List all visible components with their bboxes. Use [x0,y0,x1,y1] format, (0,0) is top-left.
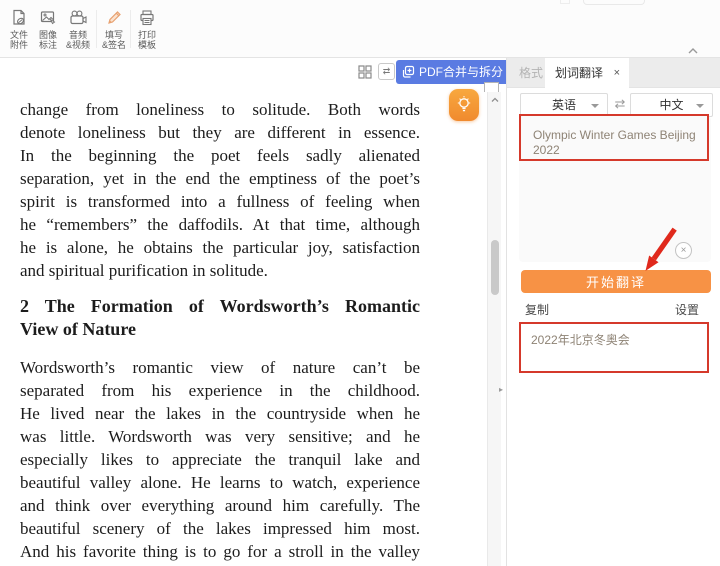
panel-tab-bar: 格式 划词翻译 × [507,58,720,88]
toolbar-item-label: 打印模板 [130,30,164,50]
page-swap-icon[interactable]: ⇄ [378,63,395,80]
lightbulb-tip-button[interactable] [449,89,479,121]
print-template-icon [130,8,164,28]
scrollbar-thumb[interactable] [491,240,499,295]
toolbar-item-label: 图像标注 [31,30,65,50]
vertical-scrollbar[interactable] [487,92,501,566]
translation-source-text: Olympic Winter Games Beijing 2022 [533,128,703,158]
target-language-select[interactable]: 中文 [630,93,713,117]
doc-line: he “remembers” the daffodils. At that ti… [20,213,420,236]
merge-split-icon [400,64,416,80]
doc-line: beautiful valley alone. He learns to wat… [20,471,420,494]
toolbar-item-image-annotation[interactable]: 图像标注 [31,8,65,50]
doc-line: separation, yet in the end the emptiness… [20,167,420,190]
lightbulb-icon [454,94,474,116]
doc-line: Wordsworth’s romantic view of nature can… [20,356,420,379]
zoom-slider-remnant [583,0,645,5]
translation-result-text: 2022年北京冬奥会 [531,331,699,348]
doc-line: denote loneliness but they are different… [20,121,420,144]
pdf-merge-split-button[interactable]: PDF合并与拆分 [396,60,506,84]
clipped-icon-remnant [484,82,499,92]
doc-line: separated from his experience in the chi… [20,379,420,402]
image-annotation-icon [31,8,65,28]
doc-line: was little. Wordsworth was very sensitiv… [20,425,420,448]
fill-sign-icon [97,8,131,28]
source-language-select[interactable]: 英语 [520,93,608,117]
doc-line: and think over everything around him car… [20,494,420,517]
doc-line: and spiritual purification in solitude. [20,259,420,282]
target-language-value: 中文 [659,98,683,112]
doc-line: he is alone, he obtains the particular j… [20,236,420,259]
source-language-value: 英语 [552,98,576,112]
doc-heading-line: 2 The Formation of Wordsworth’s Romantic [20,295,420,318]
chevron-down-icon [696,104,704,108]
toolbar-item-fill-sign[interactable]: 填写&签名 [97,8,131,50]
doc-line: beautiful scenery of the lakes impressed… [20,517,420,540]
translation-panel: 格式 划词翻译 × 英语 ⇄ 中文 Olympic Winter Games B… [506,58,720,566]
chevron-up-icon[interactable] [686,46,700,56]
toolbar-item-audio-video[interactable]: 音频&视频 [61,8,95,50]
doc-line: He lived near the lakes in the countrysi… [20,402,420,425]
chevron-down-icon [591,104,599,108]
copy-button[interactable]: 复制 [525,301,549,318]
audio-video-icon [61,8,95,28]
doc-line: change from loneliness to solitude. Both… [20,98,420,121]
doc-heading-line: View of Nature [20,318,420,341]
swap-languages-icon[interactable]: ⇄ [612,96,628,112]
doc-line: In the beginning the poet feels sadly al… [20,144,420,167]
document-viewport: ⇄ PDF合并与拆分 change from loneliness to sol… [0,58,506,566]
doc-line: especially likes to appreciate the tranq… [20,448,420,471]
start-translate-button[interactable]: 开始翻译 [521,270,711,293]
tab-translate[interactable]: 划词翻译 × [545,58,629,88]
toolbar-item-label: 音频&视频 [61,30,95,50]
toolbar-item-print-template[interactable]: 打印模板 [130,8,164,50]
merge-split-label: PDF合并与拆分 [419,60,503,84]
doc-line: spirit is transformed into a fullness of… [20,190,420,213]
grid-view-icon[interactable] [357,64,373,80]
settings-button[interactable]: 设置 [675,301,699,318]
doc-line: And his favorite thing is to go for a st… [20,540,420,563]
clear-input-icon[interactable]: × [675,242,692,259]
tab-translate-label: 划词翻译 [555,66,603,80]
document-page-text: change from loneliness to solitude. Both… [20,98,420,566]
toolbar-remnant [560,0,570,4]
scrollbar-up-arrow-icon[interactable] [490,95,500,105]
toolbar-item-label: 填写&签名 [97,30,131,50]
close-icon[interactable]: × [614,58,620,88]
top-toolbar: 文件附件 图像标注 音频&视频 [0,0,720,58]
